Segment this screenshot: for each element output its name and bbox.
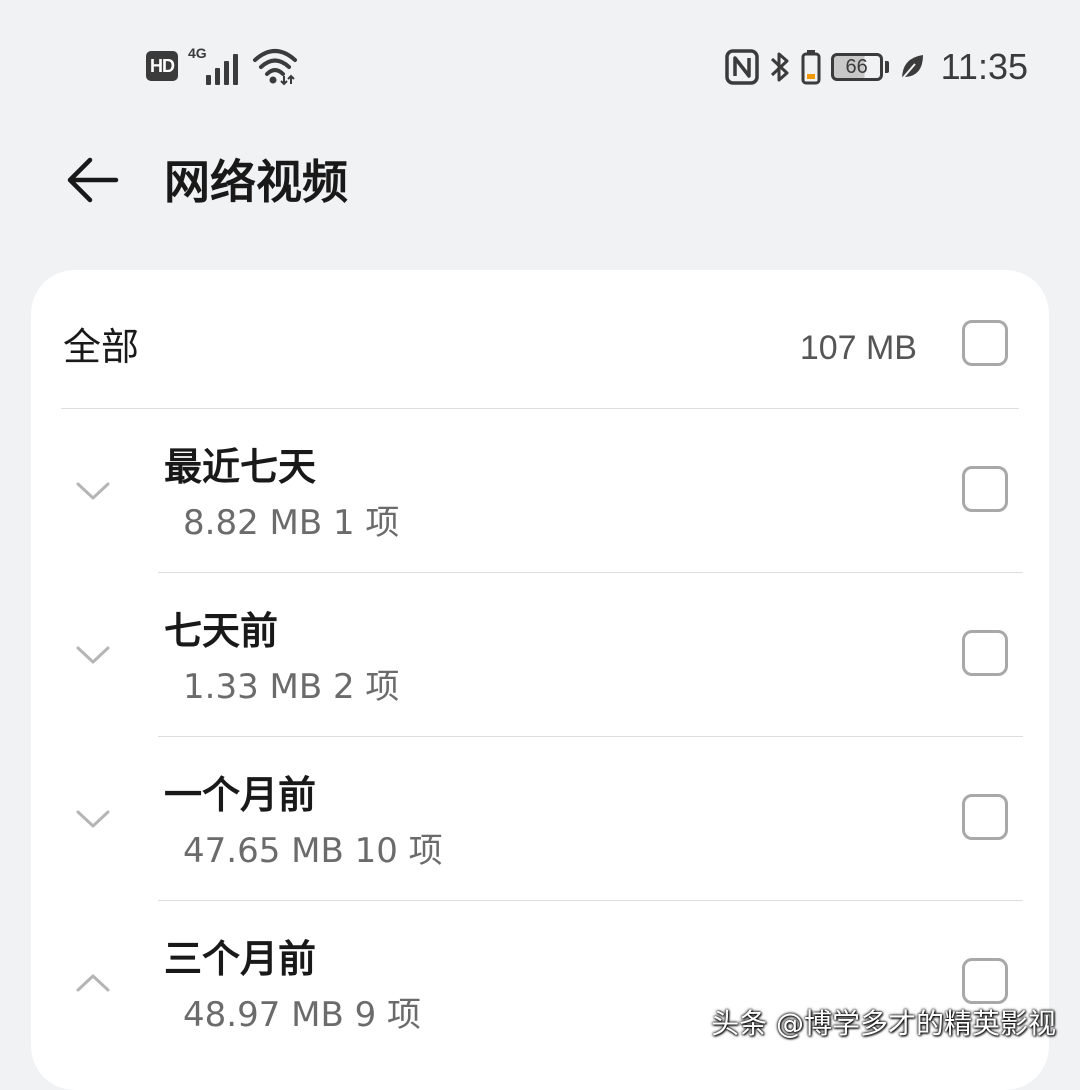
hd-icon: HD bbox=[146, 51, 178, 81]
select-all-row[interactable]: 全部 107 MB bbox=[31, 270, 1049, 408]
battery-icon: 66 bbox=[830, 53, 883, 81]
wifi-icon bbox=[253, 49, 297, 86]
group-title: 三个月前 bbox=[164, 937, 317, 981]
group-row-1-month-ago[interactable]: 一个月前 47.65 MB 10 项 bbox=[31, 737, 1049, 901]
group-checkbox[interactable] bbox=[962, 466, 1008, 512]
group-title: 七天前 bbox=[164, 609, 279, 653]
watermark: 头条 @博学多才的精英影视 bbox=[711, 1007, 1056, 1040]
signal-icon: 4G bbox=[188, 45, 242, 85]
nfc-icon bbox=[724, 49, 759, 85]
chevron-up-icon[interactable] bbox=[75, 971, 111, 995]
back-button[interactable] bbox=[60, 150, 124, 210]
group-checkbox[interactable] bbox=[962, 630, 1008, 676]
group-meta: 47.65 MB 10 项 bbox=[183, 831, 443, 871]
group-title: 最近七天 bbox=[164, 445, 317, 489]
select-all-checkbox[interactable] bbox=[962, 320, 1008, 366]
network-type-label: 4G bbox=[188, 45, 207, 61]
status-bar: HD 4G 66 11:35 bbox=[0, 0, 1080, 120]
status-right-icons: 66 11:35 bbox=[724, 44, 1028, 90]
group-row-7-days-ago[interactable]: 七天前 1.33 MB 2 项 bbox=[31, 573, 1049, 737]
chevron-down-icon[interactable] bbox=[75, 479, 111, 503]
storage-card: 全部 107 MB 最近七天 8.82 MB 1 项 七天前 1.33 MB 2… bbox=[31, 270, 1049, 1090]
group-meta: 8.82 MB 1 项 bbox=[183, 503, 400, 543]
group-row-recent-7-days[interactable]: 最近七天 8.82 MB 1 项 bbox=[31, 409, 1049, 573]
total-size: 107 MB bbox=[799, 329, 917, 367]
group-title: 一个月前 bbox=[164, 773, 317, 817]
group-checkbox[interactable] bbox=[962, 794, 1008, 840]
chevron-down-icon[interactable] bbox=[75, 643, 111, 667]
clock: 11:35 bbox=[940, 46, 1028, 87]
select-all-label: 全部 bbox=[63, 325, 140, 369]
arrow-left-icon bbox=[67, 157, 119, 203]
group-meta: 1.33 MB 2 项 bbox=[183, 667, 400, 707]
chevron-down-icon[interactable] bbox=[75, 807, 111, 831]
group-meta: 48.97 MB 9 项 bbox=[183, 995, 422, 1035]
group-checkbox[interactable] bbox=[962, 958, 1008, 1004]
status-left-icons: HD 4G bbox=[146, 44, 298, 88]
device-battery-icon bbox=[801, 50, 821, 85]
battery-cap bbox=[884, 61, 889, 73]
bluetooth-icon bbox=[770, 52, 789, 82]
eco-leaf-icon bbox=[900, 55, 923, 80]
page-title: 网络视频 bbox=[164, 155, 348, 209]
